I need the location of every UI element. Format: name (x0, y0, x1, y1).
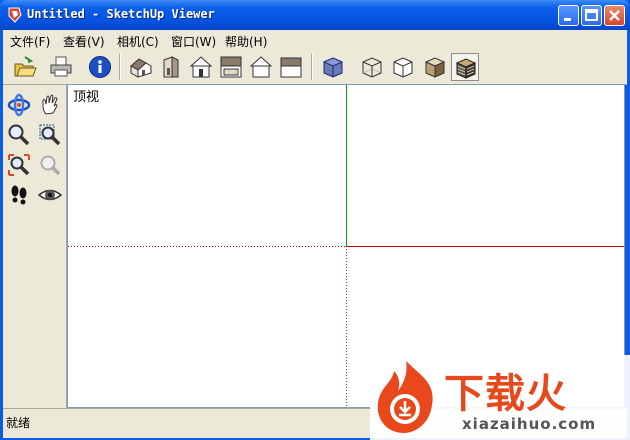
toolbar-separator (311, 54, 313, 80)
hidden-line-icon[interactable] (389, 53, 417, 81)
menu-window[interactable]: 窗口(W) (171, 33, 216, 50)
menu-bar: 文件(F) 查看(V) 相机(C) 窗口(W) 帮助(H) (3, 30, 627, 51)
flame-logo-icon (377, 361, 433, 433)
print-icon[interactable] (47, 53, 75, 81)
menu-help[interactable]: 帮助(H) (225, 33, 267, 50)
menu-view[interactable]: 查看(V) (63, 33, 105, 50)
xray-icon[interactable] (319, 53, 347, 81)
camera-tool-palette (3, 85, 67, 408)
zoom-window-icon[interactable] (36, 121, 64, 149)
toolbar-separator (119, 54, 121, 80)
watermark-domain: xiazaihuo.com (462, 415, 597, 433)
wireframe-icon[interactable] (358, 53, 386, 81)
model-info-icon[interactable] (86, 53, 114, 81)
pan-icon[interactable] (36, 91, 64, 119)
menu-file[interactable]: 文件(F) (10, 33, 50, 50)
top-view-icon[interactable] (217, 53, 245, 81)
title-bar[interactable]: Untitled - SketchUp Viewer (0, 0, 630, 30)
front-view-icon[interactable] (187, 53, 215, 81)
watermark-brand: 下载火 (444, 371, 567, 417)
shaded-icon[interactable] (421, 53, 449, 81)
status-text: 就绪 (6, 416, 31, 430)
orbit-icon[interactable] (5, 91, 33, 119)
right-view-icon[interactable] (157, 53, 185, 81)
window-title: Untitled - SketchUp Viewer (27, 7, 215, 21)
watermark: 下载火 xiazaihuo.com (370, 355, 630, 440)
look-around-icon[interactable] (36, 181, 64, 209)
open-file-icon[interactable] (11, 53, 39, 81)
zoom-icon[interactable] (5, 121, 33, 149)
back-view-icon[interactable] (247, 53, 275, 81)
left-view-icon[interactable] (277, 53, 305, 81)
main-toolbar (3, 50, 627, 85)
iso-view-icon[interactable] (127, 53, 155, 81)
close-button[interactable] (604, 5, 625, 26)
shaded-textures-icon[interactable] (451, 53, 479, 81)
previous-view-icon[interactable] (36, 151, 64, 179)
maximize-button[interactable] (581, 5, 602, 26)
zoom-extents-icon[interactable] (5, 151, 33, 179)
minimize-button[interactable] (558, 5, 579, 26)
walk-icon[interactable] (5, 181, 33, 209)
app-window: Untitled - SketchUp Viewer 文件(F) 查看(V) 相… (0, 0, 630, 440)
menu-camera[interactable]: 相机(C) (117, 33, 159, 50)
sketchup-app-icon[interactable] (6, 6, 24, 24)
